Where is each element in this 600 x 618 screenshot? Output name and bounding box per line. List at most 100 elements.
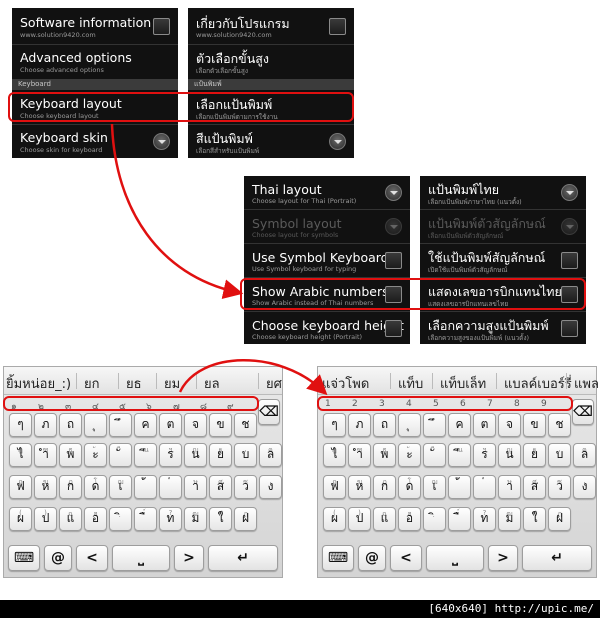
keyboard-key[interactable]: ฆห xyxy=(348,475,371,499)
settings-row-software-info-th[interactable]: เกี่ยวกับโปรแกรม www.solution9420.com xyxy=(188,8,354,44)
settings-row-advanced-options-th[interactable]: ตัวเลือกขั้นสูง เลือกตัวเลือกขั้นสูง xyxy=(188,45,354,79)
dropdown-icon[interactable] xyxy=(153,133,170,150)
keyboard-key[interactable]: ? ท xyxy=(159,507,182,531)
keyboard-key[interactable]: ์ื xyxy=(448,507,471,531)
keyboard-key[interactable]: ณี xyxy=(134,443,157,467)
keyboard-key[interactable]: ญน xyxy=(498,443,521,467)
keyboard-key[interactable]: ฮอ xyxy=(398,507,421,531)
keyboard-key[interactable]: ฅล xyxy=(259,443,282,467)
keyboard-key[interactable]: ฒม xyxy=(498,507,521,531)
keyboard-key[interactable]: ๆ xyxy=(323,413,346,437)
layout-row-thai-layout-th[interactable]: แป้นพิมพ์ไทย เลือกแป้นพิมพ์ภาษาไทย (แนวต… xyxy=(420,176,586,209)
keyboard-key[interactable]: ฦฝ xyxy=(548,507,571,531)
keyboard-icon[interactable]: ⌨ xyxy=(8,545,40,571)
candidate-word[interactable]: ยิ้มหน่อย_:) xyxy=(6,373,71,394)
keyboard-key[interactable]: ซว xyxy=(548,475,571,499)
keyboard-key[interactable]: ข xyxy=(523,413,546,437)
keyboard-key[interactable]: โด xyxy=(84,475,107,499)
candidate-word[interactable]: ยศ xyxy=(266,373,282,394)
settings-row-advanced-options[interactable]: Advanced options Choose advanced options xyxy=(12,45,178,79)
keyboard-key[interactable]: จ xyxy=(184,413,207,437)
keyboard-key[interactable]: ฑำ xyxy=(34,443,57,467)
keyboard-key[interactable]: ,บ xyxy=(234,443,257,467)
keyboard-key[interactable]: ฆห xyxy=(34,475,57,499)
keyboard-key[interactable]: ฮอ xyxy=(84,507,107,531)
keyboard-key[interactable]: ฤฟ xyxy=(9,475,32,499)
space-key[interactable]: ⎵ xyxy=(112,545,170,571)
checkbox[interactable] xyxy=(561,252,578,269)
keyboard-key[interactable]: โด xyxy=(398,475,421,499)
keyboard-key[interactable]: ฤฟ xyxy=(323,475,346,499)
layout-row-keyboard-height-th[interactable]: เลือกความสูงแป้นพิมพ์ เลือกความสูงของแป้… xyxy=(420,312,586,344)
keyboard-key[interactable]: ึ xyxy=(423,413,446,437)
backspace-key[interactable]: ⌫ xyxy=(258,399,280,425)
settings-row-keyboard-skin[interactable]: Keyboard skin Choose skin for keyboard xyxy=(12,125,178,158)
keyboard-key[interactable]: ศส xyxy=(209,475,232,499)
keyboard-key[interactable]: (ผ xyxy=(9,507,32,531)
keyboard-key[interactable]: ์ื xyxy=(134,507,157,531)
checkbox[interactable] xyxy=(385,252,402,269)
at-key[interactable]: @ xyxy=(44,545,72,571)
keyboard-key[interactable]: ถ xyxy=(59,413,82,437)
keyboard-key[interactable]: ) ป xyxy=(348,507,371,531)
keyboard-key[interactable]: ๋่ xyxy=(473,475,496,499)
keyboard-key[interactable]: ฒม xyxy=(184,507,207,531)
layout-row-use-symbol-keyboard-th[interactable]: ใช้แป้นพิมพ์สัญลักษณ์ เปิดใช้แป้นพิมพ์ตั… xyxy=(420,244,586,277)
keyboard-key[interactable]: ฎไ xyxy=(9,443,32,467)
keyboard-key[interactable]: ัะ xyxy=(84,443,107,467)
keyboard-key[interactable]: ช xyxy=(548,413,571,437)
keyboard-key[interactable]: จ xyxy=(498,413,521,437)
keyboard-key[interactable]: (ผ xyxy=(323,507,346,531)
candidate-word[interactable]: ยธ xyxy=(126,373,142,394)
checkbox[interactable] xyxy=(153,18,170,35)
keyboard-key[interactable]: ธพ xyxy=(59,443,82,467)
keyboard-key[interactable]: ฺิ xyxy=(423,507,446,531)
keyboard-key[interactable]: ฉแ xyxy=(373,507,396,531)
keyboard-icon[interactable]: ⌨ xyxy=(322,545,354,571)
keyboard-key[interactable]: ฌเ xyxy=(423,475,446,499)
keyboard-key[interactable]: ฬใ xyxy=(209,507,232,531)
keyboard-key[interactable]: ึ xyxy=(109,413,132,437)
keyboard-key[interactable]: ุ xyxy=(84,413,107,437)
candidate-word[interactable]: ยก xyxy=(84,373,100,394)
candidate-word[interactable]: แพล xyxy=(574,373,599,394)
keyboard-key[interactable]: ฏก xyxy=(59,475,82,499)
keyboard-key[interactable]: ษา xyxy=(498,475,521,499)
keyboard-key[interactable]: ฯร xyxy=(473,443,496,467)
keyboard-key[interactable]: ภ xyxy=(34,413,57,437)
keyboard-key[interactable]: ฦฝ xyxy=(234,507,257,531)
settings-row-software-info[interactable]: Software information www.solution9420.co… xyxy=(12,8,178,44)
settings-row-keyboard-skin-th[interactable]: สีแป้นพิมพ์ เลือกสีสำหรับแป้นพิมพ์ xyxy=(188,125,354,158)
enter-key[interactable]: ↵ xyxy=(208,545,278,571)
layout-row-keyboard-height[interactable]: Choose keyboard height Choose keyboard h… xyxy=(244,312,410,344)
keyboard-key[interactable]: ษา xyxy=(184,475,207,499)
keyboard-key[interactable]: ฬใ xyxy=(523,507,546,531)
checkbox[interactable] xyxy=(385,320,402,337)
keyboard-key[interactable]: ณี xyxy=(448,443,471,467)
keyboard-key[interactable]: .ง xyxy=(259,475,282,499)
keyboard-key[interactable]: ค xyxy=(448,413,471,437)
keyboard-key[interactable]: ฺิ xyxy=(109,507,132,531)
left-arrow-key[interactable]: < xyxy=(76,545,108,571)
keyboard-key[interactable]: ช xyxy=(234,413,257,437)
dropdown-icon[interactable] xyxy=(385,184,402,201)
keyboard-key[interactable]: ีั xyxy=(109,443,132,467)
keyboard-key[interactable]: ต xyxy=(159,413,182,437)
keyboard-key[interactable]: ข xyxy=(209,413,232,437)
dropdown-icon[interactable] xyxy=(561,184,578,201)
at-key[interactable]: @ xyxy=(358,545,386,571)
keyboard-key[interactable]: ๋่ xyxy=(159,475,182,499)
keyboard-key[interactable]: ฐย xyxy=(209,443,232,467)
checkbox[interactable] xyxy=(329,18,346,35)
left-arrow-key[interactable]: < xyxy=(390,545,422,571)
candidate-word[interactable]: แจ่วโพด xyxy=(322,373,369,394)
keyboard-key[interactable]: ) ป xyxy=(34,507,57,531)
keyboard-key[interactable]: ีั xyxy=(423,443,446,467)
layout-row-thai-layout[interactable]: Thai layout Choose layout for Thai (Port… xyxy=(244,176,410,209)
space-key[interactable]: ⎵ xyxy=(426,545,484,571)
keyboard-key[interactable]: ฯร xyxy=(159,443,182,467)
right-arrow-key[interactable]: > xyxy=(488,545,518,571)
keyboard-key[interactable]: ภ xyxy=(348,413,371,437)
layout-row-use-symbol-keyboard[interactable]: Use Symbol Keyboard Use Symbol keyboard … xyxy=(244,244,410,277)
candidate-word[interactable]: แท็บ xyxy=(398,373,423,394)
